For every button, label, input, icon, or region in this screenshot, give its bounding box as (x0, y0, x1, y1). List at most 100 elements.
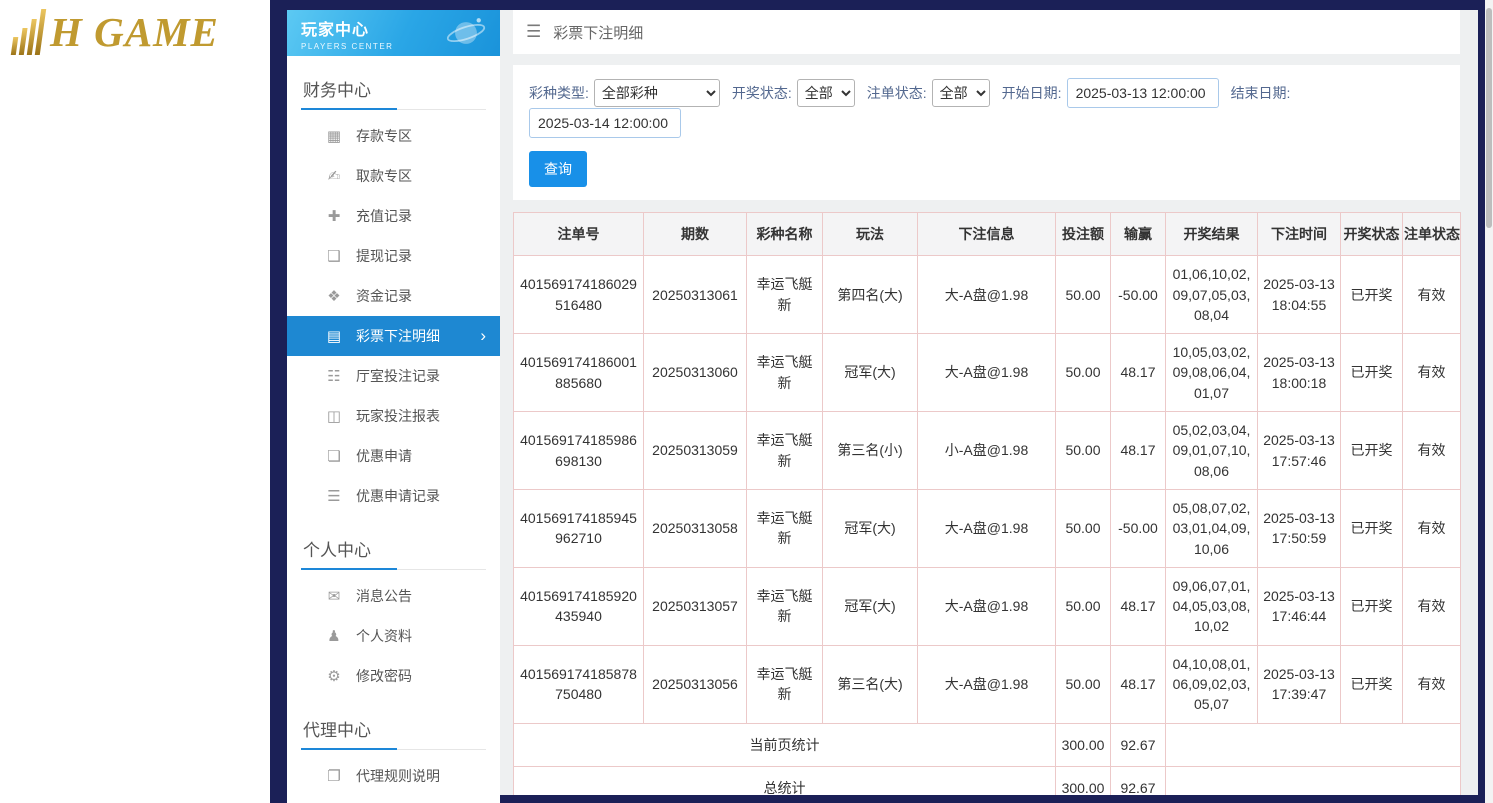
section-agent-center: 代理中心 (301, 712, 486, 750)
menu-toggle-icon[interactable]: ☰ (526, 22, 541, 42)
table-row: 401569174185920435940 20250313057 幸运飞艇新 … (514, 567, 1461, 645)
col-header-result: 开奖结果 (1166, 213, 1258, 256)
start-date-input[interactable] (1067, 78, 1219, 108)
cell-winloss: -50.00 (1111, 489, 1166, 567)
sidebar-item-withdraw-zone[interactable]: ✍取款专区 (287, 156, 500, 196)
query-button[interactable]: 查询 (529, 151, 587, 187)
page: H GAME 玩家中心 PLAYERS CENTER 财务中心 ▦存款专区 ✍取… (0, 0, 1493, 803)
lottery-type-select[interactable]: 全部彩种 (594, 79, 720, 107)
cell-bet-status: 有效 (1403, 645, 1461, 723)
cell-bet-status: 有效 (1403, 489, 1461, 567)
cell-bet-no: 401569174185986698130 (514, 412, 644, 490)
sidebar-item-agent-rules[interactable]: ❐代理规则说明 (287, 756, 500, 796)
scrollbar-thumb[interactable] (1486, 8, 1492, 228)
col-header-bet-no: 注单号 (514, 213, 644, 256)
cell-winloss: 48.17 (1111, 567, 1166, 645)
cell-draw-status: 已开奖 (1341, 645, 1403, 723)
cell-bet-info: 大-A盘@1.98 (918, 567, 1056, 645)
cell-bet-no: 401569174186001885680 (514, 334, 644, 412)
lottery-type-label: 彩种类型: (529, 83, 589, 103)
col-header-period: 期数 (644, 213, 747, 256)
sidebar-item-lottery-bet-details[interactable]: ▤彩票下注明细› (287, 316, 500, 356)
end-date-input[interactable] (529, 108, 681, 138)
cell-bet-no: 401569174185920435940 (514, 567, 644, 645)
col-header-bet-info: 下注信息 (918, 213, 1056, 256)
cell-bet-info: 大-A盘@1.98 (918, 645, 1056, 723)
cell-amount: 50.00 (1056, 645, 1111, 723)
sidebar-item-deposit-zone[interactable]: ▦存款专区 (287, 116, 500, 156)
cell-bet-time: 2025-03-13 18:00:18 (1258, 334, 1341, 412)
sidebar-item-fund-records[interactable]: ❖资金记录 (287, 276, 500, 316)
cell-draw-status: 已开奖 (1341, 567, 1403, 645)
main-content: ☰ 彩票下注明细 彩种类型: 全部彩种 开奖状态: 全部 注单状态: 全部 开始… (500, 10, 1478, 795)
gear-icon: ⚙ (325, 667, 343, 685)
table-row: 401569174185945962710 20250313058 幸运飞艇新 … (514, 489, 1461, 567)
cell-bet-no: 401569174185878750480 (514, 645, 644, 723)
table-row: 401569174185878750480 20250313056 幸运飞艇新 … (514, 645, 1461, 723)
bet-status-label: 注单状态: (867, 83, 927, 103)
col-header-bet-time: 下注时间 (1258, 213, 1341, 256)
draw-status-select[interactable]: 全部 (797, 79, 855, 107)
withdraw-icon: ✍ (325, 167, 343, 185)
cell-winloss: 48.17 (1111, 412, 1166, 490)
cell-lottery: 幸运飞艇新 (747, 567, 823, 645)
sidebar-item-promo-apply-records[interactable]: ☰优惠申请记录 (287, 476, 500, 516)
recharge-record-icon: ✚ (325, 207, 343, 225)
logo[interactable]: H GAME (0, 0, 270, 61)
topbar: ☰ 彩票下注明细 (513, 10, 1460, 54)
profile-icon: ♟ (325, 627, 343, 645)
sidebar-item-agent-team-stats[interactable]: ❒代理团队统计 (287, 796, 500, 803)
sidebar-item-announcements[interactable]: ✉消息公告 (287, 576, 500, 616)
sidebar-item-promo-apply[interactable]: ❏优惠申请 (287, 436, 500, 476)
cell-draw-status: 已开奖 (1341, 334, 1403, 412)
cell-bet-time: 2025-03-13 17:50:59 (1258, 489, 1341, 567)
page-title: 彩票下注明细 (553, 22, 643, 43)
chevron-right-icon: › (480, 326, 486, 346)
cell-winloss: 48.17 (1111, 645, 1166, 723)
players-center-header: 玩家中心 PLAYERS CENTER (287, 10, 500, 56)
cell-bet-status: 有效 (1403, 412, 1461, 490)
logo-text: H GAME (50, 9, 219, 55)
sidebar-item-withdrawal-records[interactable]: ❑提现记录 (287, 236, 500, 276)
cell-period: 20250313060 (644, 334, 747, 412)
filter-row: 彩种类型: 全部彩种 开奖状态: 全部 注单状态: 全部 开始日期: 结束日期: (529, 78, 1444, 138)
start-date-label: 开始日期: (1002, 83, 1062, 103)
cell-amount: 50.00 (1056, 334, 1111, 412)
agent-rules-icon: ❐ (325, 767, 343, 785)
cell-bet-info: 大-A盘@1.98 (918, 256, 1056, 334)
cell-amount: 50.00 (1056, 567, 1111, 645)
cell-play: 冠军(大) (823, 489, 918, 567)
cell-bet-info: 小-A盘@1.98 (918, 412, 1056, 490)
summary-total-amount: 300.00 (1056, 766, 1111, 795)
cell-period: 20250313058 (644, 489, 747, 567)
filter-panel: 彩种类型: 全部彩种 开奖状态: 全部 注单状态: 全部 开始日期: 结束日期:… (513, 65, 1460, 200)
col-header-amount: 投注额 (1056, 213, 1111, 256)
bet-status-select[interactable]: 全部 (932, 79, 990, 107)
sidebar-item-change-password[interactable]: ⚙修改密码 (287, 656, 500, 696)
table-row: 401569174186001885680 20250313060 幸运飞艇新 … (514, 334, 1461, 412)
cell-draw-status: 已开奖 (1341, 256, 1403, 334)
col-header-play: 玩法 (823, 213, 918, 256)
cell-amount: 50.00 (1056, 412, 1111, 490)
cell-bet-time: 2025-03-13 17:46:44 (1258, 567, 1341, 645)
sidebar-item-recharge-records[interactable]: ✚充值记录 (287, 196, 500, 236)
deposit-icon: ▦ (325, 127, 343, 145)
section-personal-center: 个人中心 (301, 532, 486, 570)
col-header-bet-status: 注单状态 (1403, 213, 1461, 256)
sidebar-item-profile[interactable]: ♟个人资料 (287, 616, 500, 656)
summary-total-winloss: 92.67 (1111, 766, 1166, 795)
sidebar-item-hall-bet-records[interactable]: ☷厅室投注记录 (287, 356, 500, 396)
summary-current-label: 当前页统计 (514, 723, 1056, 766)
col-header-winloss: 输赢 (1111, 213, 1166, 256)
cell-result: 09,06,07,01,04,05,03,08,10,02 (1166, 567, 1258, 645)
sidebar-subtitle: PLAYERS CENTER (301, 42, 393, 51)
col-header-draw-status: 开奖状态 (1341, 213, 1403, 256)
sidebar-title: 玩家中心 (301, 16, 393, 40)
summary-total-label: 总统计 (514, 766, 1056, 795)
promo-apply-record-icon: ☰ (325, 487, 343, 505)
cell-draw-status: 已开奖 (1341, 412, 1403, 490)
sidebar-item-player-bet-report[interactable]: ◫玩家投注报表 (287, 396, 500, 436)
cell-play: 第三名(大) (823, 645, 918, 723)
scrollbar[interactable] (1485, 0, 1493, 803)
draw-status-label: 开奖状态: (732, 83, 792, 103)
